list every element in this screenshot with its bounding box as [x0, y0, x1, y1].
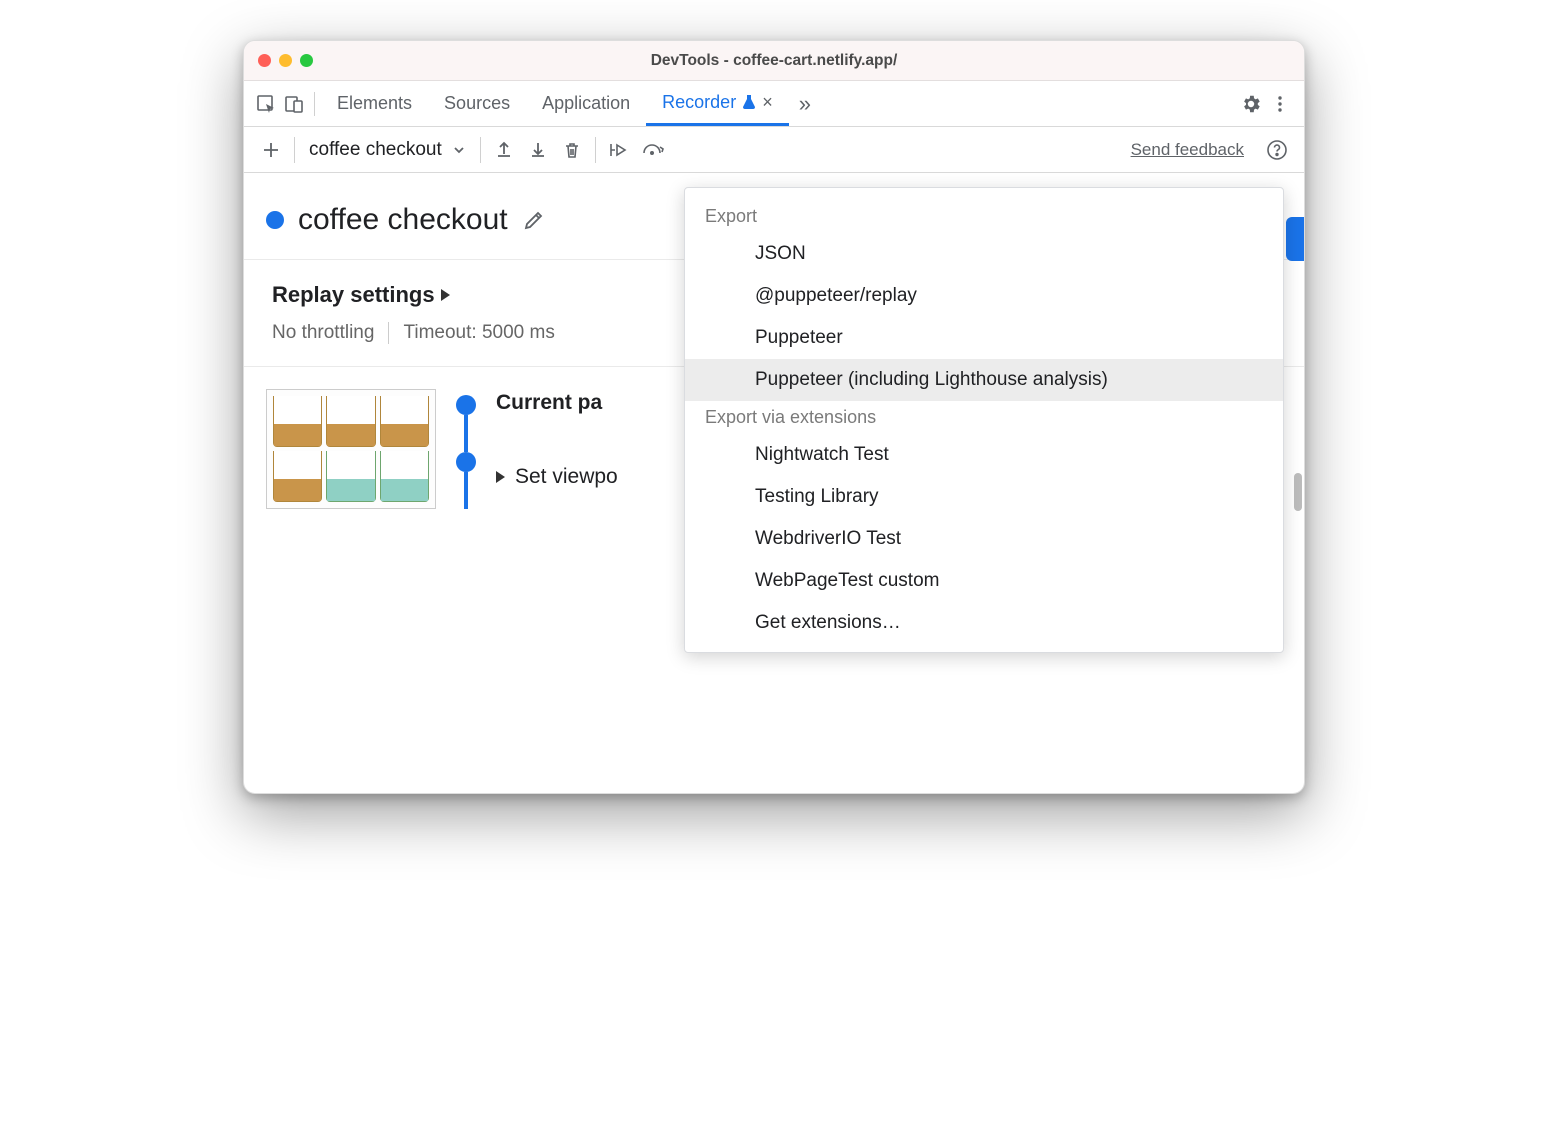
timeout-value: Timeout: 5000 ms	[403, 322, 554, 344]
minimize-window-button[interactable]	[279, 54, 292, 67]
timeline-rail	[456, 389, 476, 509]
slow-replay-button[interactable]	[636, 133, 670, 167]
export-puppeteer-item[interactable]: Puppeteer	[685, 317, 1283, 359]
export-section-label: Export	[685, 200, 1283, 233]
export-json-item[interactable]: JSON	[685, 233, 1283, 275]
divider	[595, 137, 596, 163]
export-webpagetest-item[interactable]: WebPageTest custom	[685, 560, 1283, 602]
steps-column: Current pa Set viewpo	[496, 389, 618, 509]
kebab-menu-icon[interactable]	[1270, 94, 1290, 114]
export-button[interactable]	[487, 133, 521, 167]
export-webdriverio-item[interactable]: WebdriverIO Test	[685, 518, 1283, 560]
window-title: DevTools - coffee-cart.netlify.app/	[244, 52, 1304, 70]
divider	[388, 322, 389, 344]
new-recording-button[interactable]	[254, 133, 288, 167]
tab-recorder[interactable]: Recorder ×	[646, 81, 789, 126]
recording-name: coffee checkout	[309, 139, 442, 161]
export-testing-library-item[interactable]: Testing Library	[685, 476, 1283, 518]
step-set-viewport[interactable]: Set viewpo	[496, 465, 618, 489]
export-get-extensions-item[interactable]: Get extensions…	[685, 602, 1283, 644]
replay-button-edge[interactable]	[1286, 217, 1304, 261]
recorder-content: coffee checkout Replay settings No throt…	[244, 173, 1304, 793]
export-puppeteer-lighthouse-item[interactable]: Puppeteer (including Lighthouse analysis…	[685, 359, 1283, 401]
delete-button[interactable]	[555, 133, 589, 167]
chevron-right-icon	[441, 289, 450, 301]
tab-elements[interactable]: Elements	[321, 81, 428, 126]
export-via-extensions-label: Export via extensions	[685, 401, 1283, 434]
export-nightwatch-item[interactable]: Nightwatch Test	[685, 434, 1283, 476]
traffic-lights	[258, 54, 313, 67]
close-window-button[interactable]	[258, 54, 271, 67]
export-puppeteer-replay-item[interactable]: @puppeteer/replay	[685, 275, 1283, 317]
chevron-down-icon	[452, 143, 466, 157]
throttling-value: No throttling	[272, 322, 374, 344]
help-icon[interactable]	[1260, 133, 1294, 167]
recording-status-dot	[266, 211, 284, 229]
timeline-node[interactable]	[456, 395, 476, 415]
import-button[interactable]	[521, 133, 555, 167]
step-replay-button[interactable]	[602, 133, 636, 167]
gear-icon[interactable]	[1240, 93, 1262, 115]
step-current-page[interactable]: Current pa	[496, 391, 618, 415]
divider	[294, 137, 295, 163]
devtools-window: DevTools - coffee-cart.netlify.app/ Elem…	[243, 40, 1305, 794]
divider	[480, 137, 481, 163]
tab-sources[interactable]: Sources	[428, 81, 526, 126]
timeline-node[interactable]	[456, 452, 476, 472]
tab-application[interactable]: Application	[526, 81, 646, 126]
flask-icon	[742, 94, 756, 110]
panel-tabs: Elements Sources Application Recorder × …	[244, 81, 1304, 127]
chevron-right-icon	[496, 471, 505, 483]
export-menu: Export JSON @puppeteer/replay Puppeteer …	[684, 187, 1284, 653]
more-tabs-icon[interactable]: »	[789, 91, 821, 117]
screenshot-thumbnail	[266, 389, 436, 509]
inspect-element-icon[interactable]	[252, 94, 280, 114]
recording-selector[interactable]: coffee checkout	[301, 139, 474, 161]
close-tab-icon[interactable]: ×	[762, 92, 773, 113]
recorder-toolbar: coffee checkout Send feedback	[244, 127, 1304, 173]
recording-heading: coffee checkout	[298, 203, 508, 237]
titlebar: DevTools - coffee-cart.netlify.app/	[244, 41, 1304, 81]
edit-name-button[interactable]	[522, 208, 546, 232]
send-feedback-link[interactable]: Send feedback	[1131, 140, 1244, 160]
divider	[314, 92, 315, 116]
scrollbar-thumb[interactable]	[1294, 473, 1302, 511]
device-toolbar-icon[interactable]	[280, 94, 308, 114]
maximize-window-button[interactable]	[300, 54, 313, 67]
